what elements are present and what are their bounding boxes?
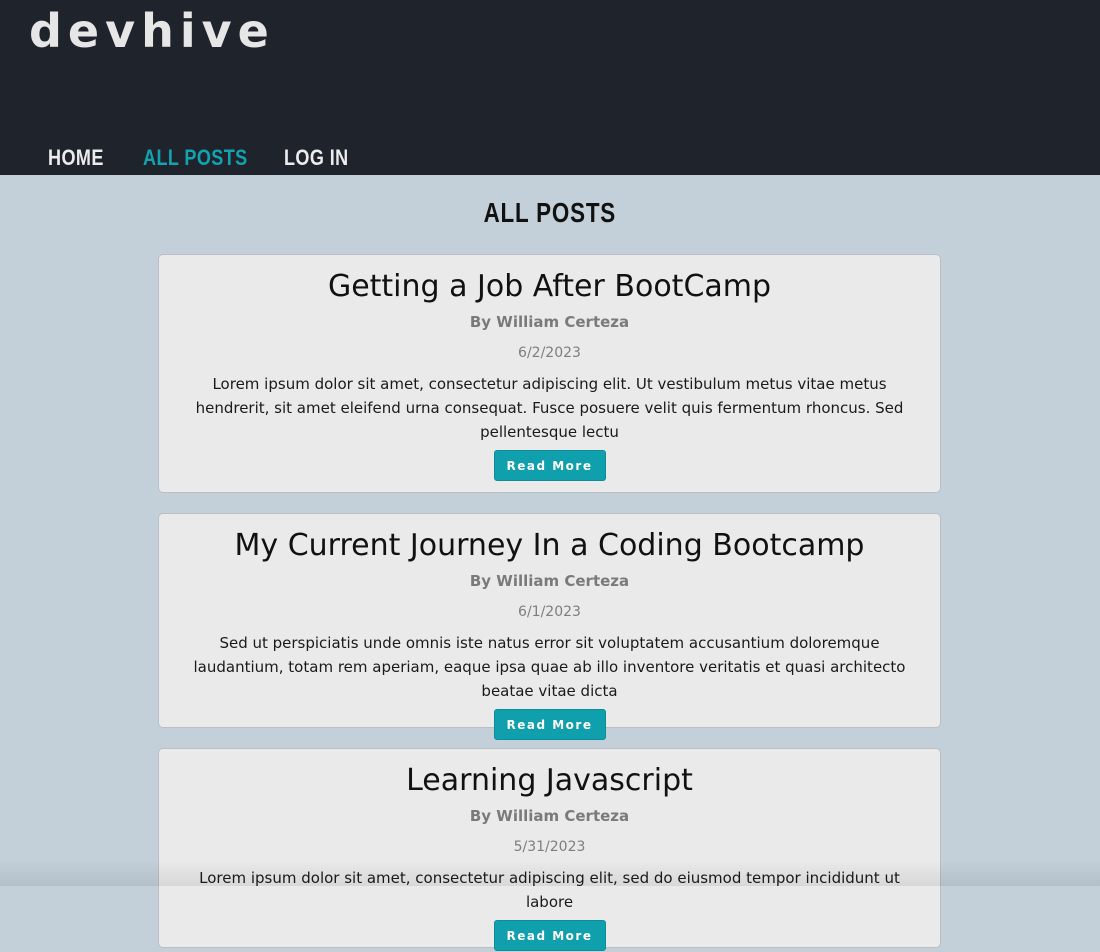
post-card: Getting a Job After BootCamp By William … [158,254,941,493]
post-excerpt: Lorem ipsum dolor sit amet, consectetur … [199,869,900,911]
post-excerpt: Lorem ipsum dolor sit amet, consectetur … [195,375,904,441]
post-author: By William Certeza [469,313,630,331]
site-logo[interactable]: devhive [29,2,275,60]
post-title: My Current Journey In a Coding Bootcamp [234,528,865,563]
nav-all-posts-link[interactable]: ALL POSTS [143,142,258,174]
nav-home-link[interactable]: HOME [48,142,114,174]
read-more-button[interactable]: Read More [493,709,606,740]
post-card: My Current Journey In a Coding Bootcamp … [158,513,941,740]
post-date: 5/31/2023 [513,839,586,855]
post-author: By William Certeza [469,572,630,590]
post-title: Getting a Job After BootCamp [327,269,772,304]
post-date: 6/2/2023 [518,345,581,361]
post-date: 6/1/2023 [518,604,581,620]
post-card: Learning Javascript By William Certeza 5… [158,748,941,951]
page-title: ALL POSTS [0,196,1100,230]
read-more-button[interactable]: Read More [493,920,606,951]
read-more-button[interactable]: Read More [493,450,606,481]
post-excerpt: Sed ut perspiciatis unde omnis iste natu… [193,634,906,700]
post-author: By William Certeza [469,807,630,825]
post-title: Learning Javascript [406,763,693,798]
nav-login-link[interactable]: LOG IN [284,142,358,174]
site-header: devhive HOME ALL POSTS LOG IN [0,0,1100,175]
page-title-text: ALL POSTS [483,197,617,228]
